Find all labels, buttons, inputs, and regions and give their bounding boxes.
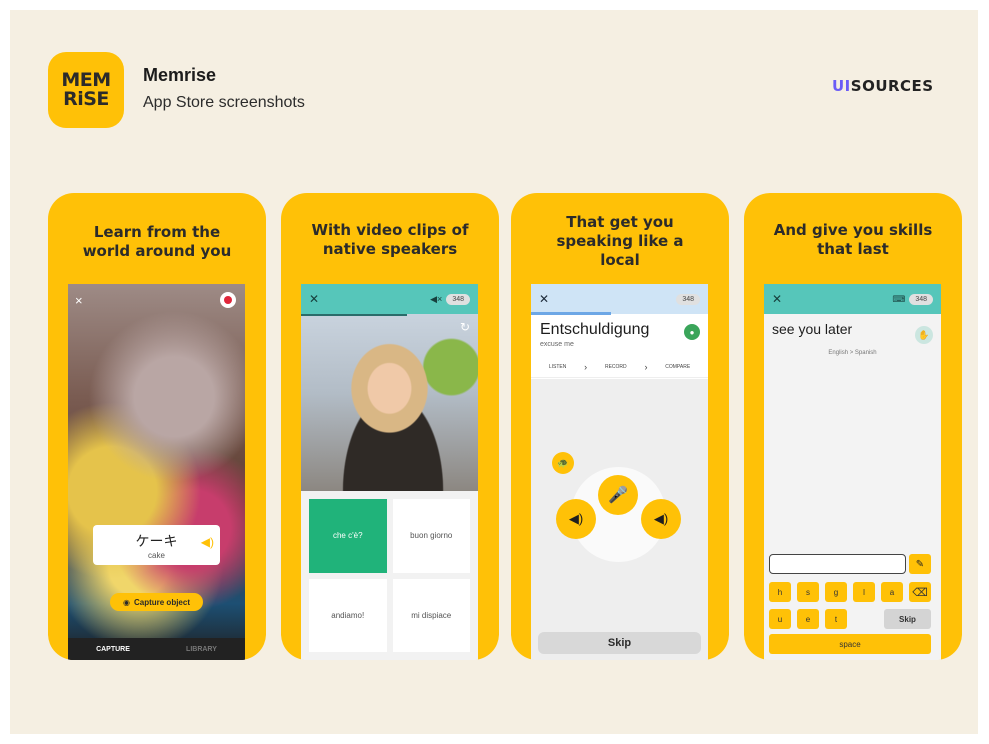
language-pair: English > Spanish <box>828 350 877 356</box>
option-1[interactable]: che c'è? <box>309 499 387 573</box>
tab-capture[interactable]: CAPTURE <box>96 646 130 653</box>
canvas: MEM RiSE Memrise App Store screenshots U… <box>10 10 978 734</box>
key-s[interactable]: s <box>797 582 819 602</box>
prompt-phrase: see you later <box>772 321 853 337</box>
video-clip[interactable] <box>301 314 478 491</box>
slow-playback-icon[interactable]: 🐢 <box>552 452 574 474</box>
bottom-tab-bar: CAPTURE LIBRARY <box>68 638 245 660</box>
points-badge: 348 <box>446 293 470 305</box>
points-badge: 348 <box>676 293 700 305</box>
phone-screen: ✕ ⌨ 348 see you later ✋ English > Spanis… <box>764 284 941 660</box>
key-a[interactable]: a <box>881 582 903 602</box>
camera-icon: ◉ <box>123 597 130 607</box>
card-headline: That get you speaking like a local <box>556 213 684 269</box>
speaker-avatar: ● <box>684 324 700 340</box>
card-headline: With video clips of native speakers <box>311 221 469 258</box>
screenshot-card-speaking: That get you speaking like a local ✕ 348… <box>511 193 729 660</box>
magic-wand-icon[interactable]: ✎ <box>909 554 931 574</box>
answer-options: che c'è? buon giorno andiamo! mi dispiac… <box>301 491 478 660</box>
app-subtitle: App Store screenshots <box>143 94 305 111</box>
progress-bar <box>301 314 408 316</box>
play-original-icon[interactable]: ◀) <box>556 499 596 539</box>
phone-screen: ✕ 348 Entschuldigung excuse me ● LISTEN … <box>531 284 708 660</box>
option-3[interactable]: andiamo! <box>309 578 387 652</box>
points-badge: 348 <box>909 293 933 305</box>
close-icon[interactable]: × <box>75 293 83 308</box>
step-listen: LISTEN <box>548 363 567 370</box>
close-icon[interactable]: ✕ <box>309 292 319 306</box>
app-name: Memrise <box>143 65 217 85</box>
card-headline: And give you skills that last <box>773 221 933 258</box>
progress-bar <box>531 312 611 315</box>
microphone-icon[interactable]: 🎤 <box>598 475 638 515</box>
step-compare: COMPARE <box>665 363 691 370</box>
object-label-card: ケーキ cake ◀︎) <box>93 525 220 565</box>
play-recording-icon[interactable]: ◀) <box>641 499 681 539</box>
memrise-logo: MEM RiSE <box>48 52 124 128</box>
close-icon[interactable]: ✕ <box>772 292 782 306</box>
option-2[interactable]: buon giorno <box>392 499 470 573</box>
backspace-icon[interactable]: ⌫ <box>909 582 931 602</box>
phone-screen: × ケーキ cake ◀︎) ◉ Capture object CAPTURE … <box>68 284 245 660</box>
top-bar: ✕ ◀× 348 <box>301 284 478 314</box>
key-u[interactable]: u <box>769 609 791 629</box>
target-word: Entschuldigung <box>540 321 650 338</box>
skip-button[interactable]: Skip <box>884 609 931 629</box>
card-headline: Learn from the world around you <box>82 223 232 260</box>
key-t[interactable]: t <box>825 609 847 629</box>
key-h[interactable]: h <box>769 582 791 602</box>
screenshot-card-typing: And give you skills that last ✕ ⌨ 348 se… <box>744 193 962 660</box>
close-icon[interactable]: ✕ <box>539 292 549 306</box>
speaker-icon[interactable]: ◀︎) <box>201 535 214 549</box>
phone-screen: ✕ ◀× 348 ↻ che c'è? buon giorno andiamo!… <box>301 284 478 660</box>
tab-library[interactable]: LIBRARY <box>186 646 217 653</box>
top-bar: ✕ 348 <box>531 284 708 314</box>
keyboard-icon[interactable]: ⌨ <box>892 294 905 305</box>
key-e[interactable]: e <box>797 609 819 629</box>
space-key[interactable]: space <box>769 634 931 654</box>
screenshot-card-video: With video clips of native speakers ✕ ◀×… <box>281 193 499 660</box>
chevron-right-icon: › <box>584 361 588 372</box>
answer-input[interactable] <box>769 554 906 574</box>
screenshot-card-capture: Learn from the world around you × ケーキ ca… <box>48 193 266 660</box>
label-translation: cake <box>148 551 165 560</box>
record-icon[interactable] <box>220 292 236 308</box>
logo-line-2: RiSE <box>63 88 109 110</box>
option-4[interactable]: mi dispiace <box>392 578 470 652</box>
capture-object-button[interactable]: ◉ Capture object <box>110 593 203 611</box>
step-indicator: LISTEN › RECORD › COMPARE <box>531 356 708 378</box>
step-record: RECORD <box>604 363 627 370</box>
uisources-logo: UISOURCES <box>832 77 934 95</box>
skip-button[interactable]: Skip <box>538 632 701 654</box>
chevron-right-icon: › <box>644 361 648 372</box>
recording-area: 🐢 🎤 ◀) ◀) <box>531 379 708 660</box>
mute-icon[interactable]: ◀× <box>430 294 442 305</box>
word-translation: excuse me <box>540 341 574 348</box>
mem-avatar-icon: ✋ <box>915 326 933 344</box>
top-bar: ✕ ⌨ 348 <box>764 284 941 314</box>
key-l[interactable]: l <box>853 582 875 602</box>
replay-icon[interactable]: ↻ <box>460 320 470 334</box>
key-g[interactable]: g <box>825 582 847 602</box>
